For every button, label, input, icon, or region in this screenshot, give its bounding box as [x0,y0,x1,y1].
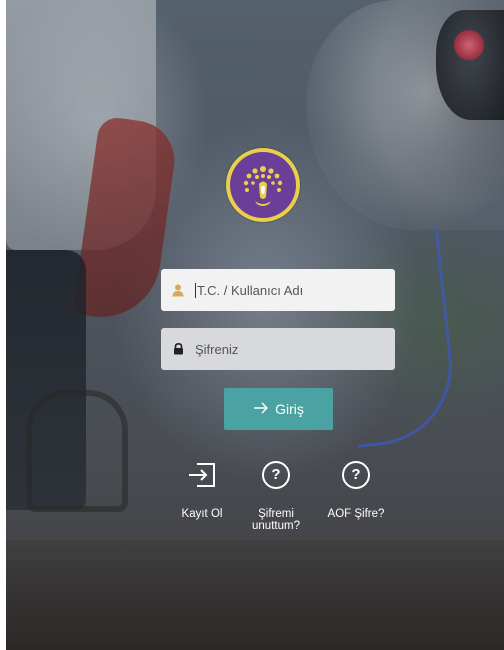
forgot-label-line2: unuttum? [252,520,300,532]
password-input[interactable] [195,341,385,357]
university-logo-emblem [230,152,296,218]
sign-in-box-icon [185,458,219,492]
question-glyph: ? [342,461,370,489]
question-circle-icon: ? [259,458,293,492]
aof-password-link[interactable]: ? AOF Şifre? [318,458,394,520]
forgot-label-line1: Şifremi [258,508,294,520]
question-circle-icon: ? [339,458,373,492]
username-field[interactable] [161,269,395,311]
background-stirrup [26,390,128,512]
background-ground [6,540,504,650]
register-label: Kayıt Ol [181,508,223,520]
login-button[interactable]: Giriş [224,388,333,430]
forgot-password-link[interactable]: ? Şifremi unuttum? [244,458,308,532]
background-horse-blinker [436,10,504,120]
peacock-emblem-icon [243,166,283,206]
password-field[interactable] [161,328,395,370]
lock-icon [161,343,195,355]
university-logo [226,148,300,222]
arrow-right-icon [253,401,269,417]
username-input[interactable] [195,282,387,298]
background-blinker-emblem [454,30,484,60]
register-link[interactable]: Kayıt Ol [170,458,234,520]
aof-label: AOF Şifre? [327,508,385,520]
question-glyph: ? [262,461,290,489]
login-background [6,0,504,650]
login-button-label: Giriş [275,401,304,417]
user-icon [161,284,195,297]
